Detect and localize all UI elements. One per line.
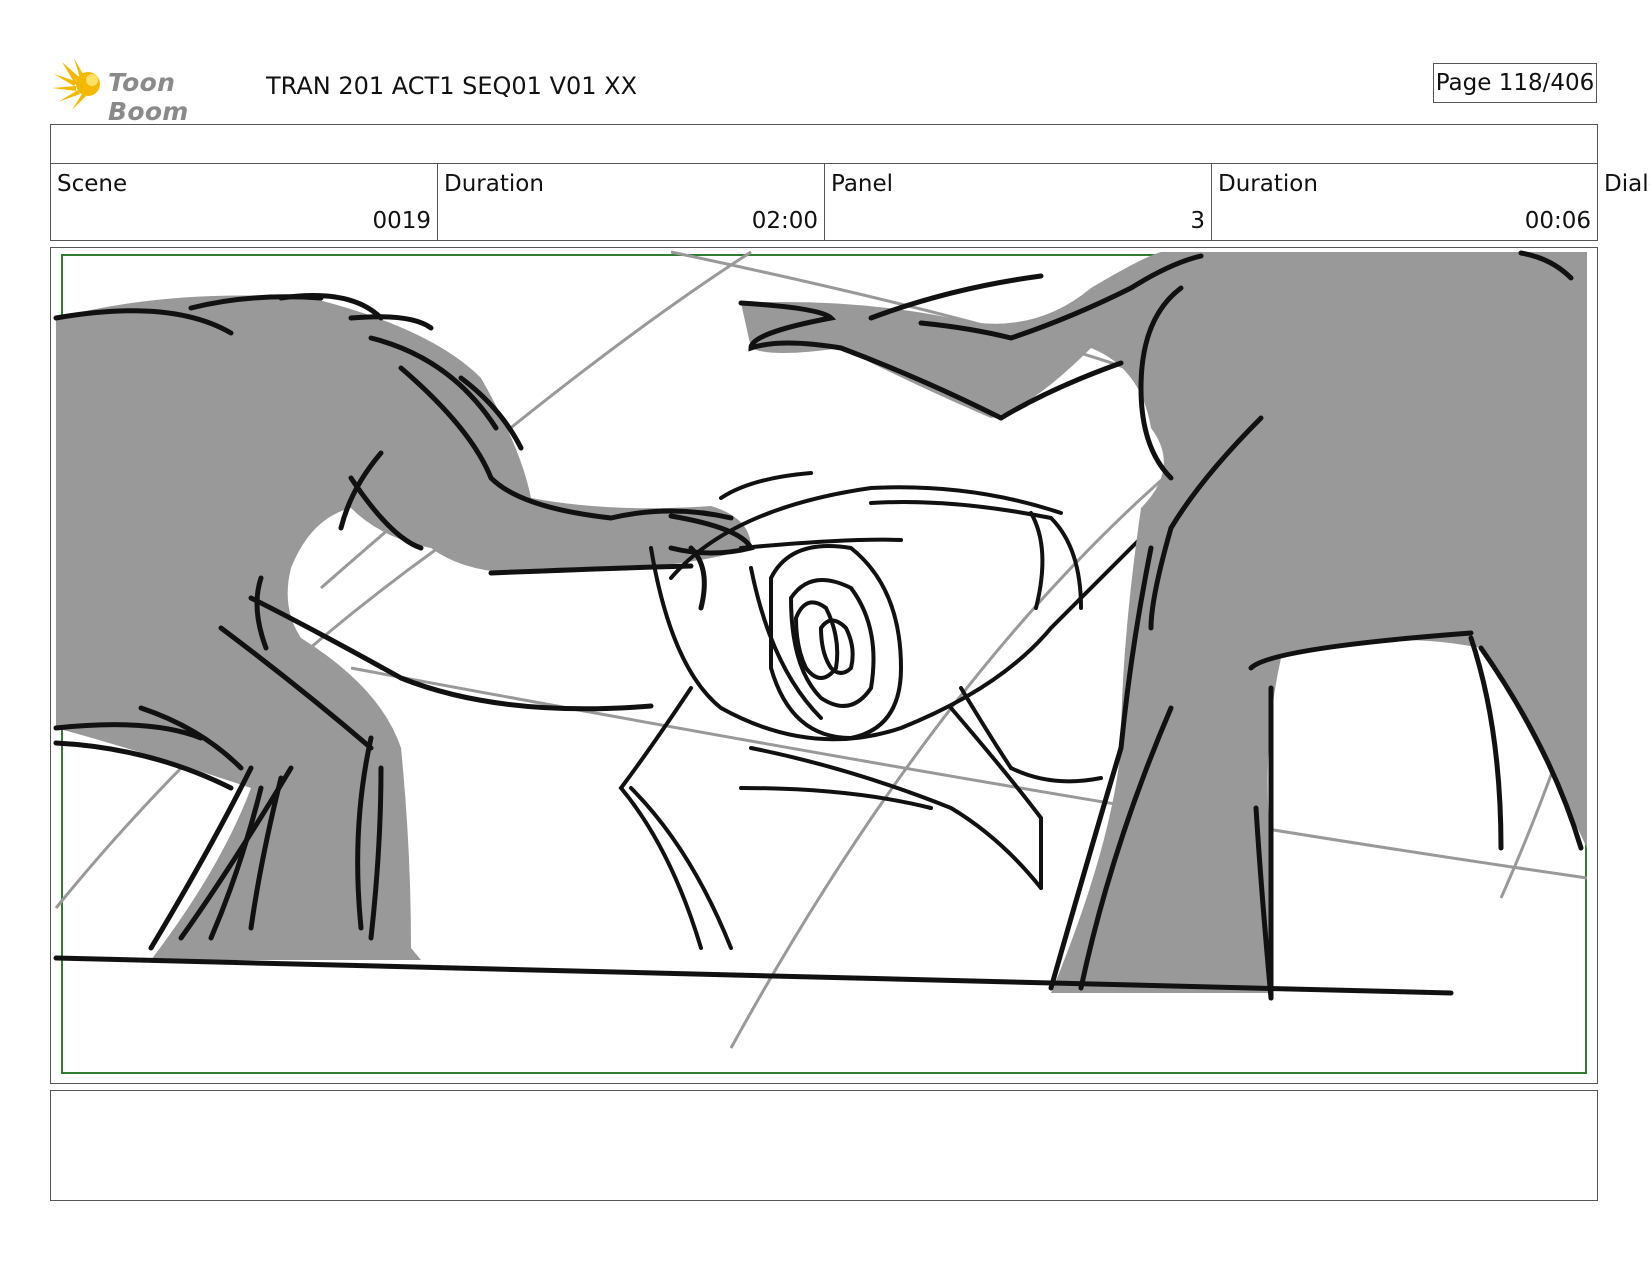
panel-label: Panel xyxy=(831,171,894,197)
storyboard-panel xyxy=(50,247,1598,1084)
scene-value: 0019 xyxy=(372,208,431,234)
header-band xyxy=(50,124,1598,164)
left-figure xyxy=(53,293,755,960)
panel-duration-value: 00:06 xyxy=(1524,208,1591,234)
scene-duration-label: Duration xyxy=(444,171,544,197)
sunburst-icon xyxy=(52,58,100,110)
panel-value: 3 xyxy=(1190,208,1205,234)
page-number: Page 118/406 xyxy=(1433,63,1597,103)
project-title: TRAN 201 ACT1 SEQ01 V01 XX xyxy=(266,72,638,100)
scene-duration-cell: Duration 02:00 xyxy=(437,163,824,241)
dialog-label: Dialc xyxy=(1604,171,1650,197)
panel-info-row: Scene 0019 Duration 02:00 Panel 3 Durati… xyxy=(50,163,1598,241)
panel-duration-label: Duration xyxy=(1218,171,1318,197)
logo-text: Toon Boom xyxy=(108,68,189,126)
toon-boom-logo: Toon Boom xyxy=(52,56,252,126)
scene-cell: Scene 0019 xyxy=(50,163,437,241)
panel-sketch xyxy=(53,250,1588,1074)
scene-label: Scene xyxy=(57,171,128,197)
panel-duration-cell: Duration 00:06 xyxy=(1211,163,1598,241)
scene-duration-value: 02:00 xyxy=(751,208,818,234)
panel-notes-box xyxy=(50,1090,1598,1201)
panel-cell: Panel 3 xyxy=(824,163,1211,241)
